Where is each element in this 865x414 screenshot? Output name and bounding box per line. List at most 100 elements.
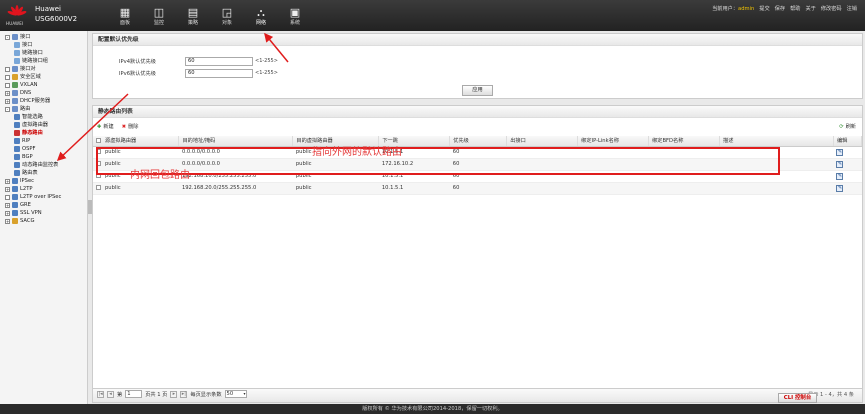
cell-value: 60 (452, 185, 460, 191)
nav-item[interactable]: ⛬ 网络 (244, 0, 278, 31)
column-header[interactable]: 编辑 (833, 136, 863, 147)
new-button[interactable]: ✚ 新建 (97, 123, 114, 131)
refresh-button[interactable]: ⟳ 刷新 (839, 123, 856, 131)
leaf-box-icon[interactable] (5, 82, 10, 88)
tree-node-icon (14, 122, 20, 128)
sidebar-item[interactable]: 静态路由 (0, 129, 87, 137)
sidebar-item[interactable]: + SSL VPN (0, 209, 87, 217)
sidebar-item[interactable]: 虚拟路由器 (0, 121, 87, 129)
nav-item[interactable]: ▦ 面板 (108, 0, 142, 31)
tree-node-icon (12, 202, 18, 208)
delete-button[interactable]: ✖ 删除 (122, 123, 139, 131)
network-icon: ⛬ (257, 5, 265, 19)
expand-icon[interactable]: + (5, 98, 10, 104)
leaf-box-icon[interactable] (5, 66, 10, 72)
sidebar-item[interactable]: 安全区域 (0, 73, 87, 81)
cell-value: 192.168.20.0/255.255.255.0 (181, 185, 257, 191)
column-header[interactable]: 优先级 (449, 136, 508, 147)
expand-icon[interactable]: + (5, 186, 10, 192)
column-header[interactable]: 绑定BFD名称 (648, 136, 721, 147)
edit-icon[interactable]: ✎ (836, 172, 844, 180)
sidebar-item[interactable]: - 接口 (0, 33, 87, 41)
user-toolbar: 当前用户：admin 提交 保存 帮助 关于 修改密码 注销 (712, 5, 857, 12)
edit-cell: ✎ (833, 158, 862, 171)
expand-icon[interactable]: + (5, 218, 10, 224)
table-row[interactable]: public 192.168.20.0/255.255.255.0 public 10… (93, 182, 862, 195)
sidebar-item[interactable]: + DNS (0, 89, 87, 97)
sidebar-item[interactable]: OSPF (0, 145, 87, 153)
edit-icon[interactable]: ✎ (836, 184, 844, 192)
sidebar-item-label: 接口 (22, 42, 33, 48)
tree-node-icon (14, 58, 20, 64)
sidebar-item-label: 链路接口 (22, 50, 43, 56)
next-page-button[interactable]: ▸ (170, 390, 178, 398)
sidebar-item[interactable]: 接口 (0, 41, 87, 49)
sidebar-item[interactable]: 动态路由监控表 (0, 161, 87, 169)
first-page-button[interactable]: |◂ (97, 390, 104, 398)
column-header[interactable]: 目的地址/掩码 (178, 136, 294, 147)
nav-item[interactable]: ▣ 系统 (278, 0, 312, 31)
last-page-button[interactable]: ▸| (180, 390, 188, 398)
nav-item[interactable]: ◫ 监控 (142, 0, 176, 31)
sidebar-item[interactable]: 接口对 (0, 65, 87, 73)
sidebar-item-label: BGP (22, 154, 33, 160)
nav-item[interactable]: ◲ 对象 (210, 0, 244, 31)
expand-icon[interactable]: + (5, 90, 10, 96)
header-link[interactable]: 帮助 (790, 5, 800, 12)
column-header[interactable]: 源虚拟路由器 (93, 136, 180, 147)
sidebar-item[interactable]: + DHCP服务器 (0, 97, 87, 105)
page-number-input[interactable]: 1 (125, 390, 143, 398)
column-header-label: 编辑 (836, 138, 848, 145)
leaf-box-icon[interactable] (5, 194, 10, 200)
sidebar-item-label: RIP (22, 138, 31, 144)
tree-node-icon (12, 218, 18, 224)
nav-item[interactable]: ▤ 策略 (176, 0, 210, 31)
collapse-icon[interactable]: - (5, 34, 10, 40)
collapse-icon[interactable]: - (5, 106, 10, 112)
header-link[interactable]: 提交 (759, 5, 769, 12)
sidebar-item[interactable]: L2TP over IPSec (0, 193, 87, 201)
sidebar-item[interactable]: + IPSec (0, 177, 87, 185)
apply-button[interactable]: 应用 (462, 85, 493, 96)
sidebar-item[interactable]: 链路接口 (0, 49, 87, 57)
row-checkbox[interactable] (96, 185, 101, 190)
column-header[interactable]: 绑定IP-Link名称 (577, 136, 650, 147)
sidebar-item[interactable]: 路由表 (0, 169, 87, 177)
sidebar-item[interactable]: 链路接口组 (0, 57, 87, 65)
sidebar-item[interactable]: - 路由 (0, 105, 87, 113)
ipv4-priority-input[interactable]: 60 (185, 56, 253, 66)
sidebar-item[interactable]: + L2TP (0, 185, 87, 193)
prev-page-button[interactable]: ◂ (107, 390, 114, 398)
sidebar-tree: - 接口 接口 链路接口 链路接口组 接口对 安全区域 VXLAN + DNS + DHCP服务器 - 路… (0, 31, 88, 404)
sidebar-item[interactable]: VXLAN (0, 81, 87, 89)
brand-name: Huawei (35, 5, 61, 13)
sidebar-item-label: VXLAN (20, 82, 38, 88)
per-page-select[interactable]: 50 ▾ (224, 390, 247, 398)
edit-icon[interactable]: ✎ (836, 148, 844, 156)
header-link[interactable]: 修改密码 (821, 5, 842, 12)
sidebar-item-label: SSL VPN (20, 210, 42, 216)
table-cell: 10.1.5.1 (378, 182, 450, 195)
header-link[interactable]: 注销 (847, 5, 857, 12)
header-link[interactable]: 保存 (775, 5, 785, 12)
ipv6-priority-input[interactable]: 60 (185, 68, 253, 78)
column-header[interactable]: 出接口 (506, 136, 579, 147)
expand-icon[interactable]: + (5, 178, 10, 184)
sidebar-item[interactable]: + GRE (0, 201, 87, 209)
header-link[interactable]: 关于 (805, 5, 815, 12)
sidebar-item-label: 安全区域 (20, 74, 41, 80)
annotation-highlight-box (96, 147, 780, 175)
sidebar-item[interactable]: 智能选路 (0, 113, 87, 121)
expand-icon[interactable]: + (5, 210, 10, 216)
sidebar-item[interactable]: RIP (0, 137, 87, 145)
leaf-box-icon[interactable] (5, 74, 10, 80)
nav-label: 监控 (153, 19, 164, 26)
footer: 版权所有 © 华为技术有限公司2014-2018，保留一切权利。 (0, 404, 865, 414)
cli-console-button[interactable]: CLI 控制台 (778, 393, 817, 403)
edit-icon[interactable]: ✎ (836, 160, 844, 168)
expand-icon[interactable]: + (5, 202, 10, 208)
sidebar-item[interactable]: BGP (0, 153, 87, 161)
sidebar-item[interactable]: + SACG (0, 217, 87, 225)
column-header[interactable]: 描述 (719, 136, 834, 147)
select-all-checkbox[interactable] (96, 138, 101, 144)
